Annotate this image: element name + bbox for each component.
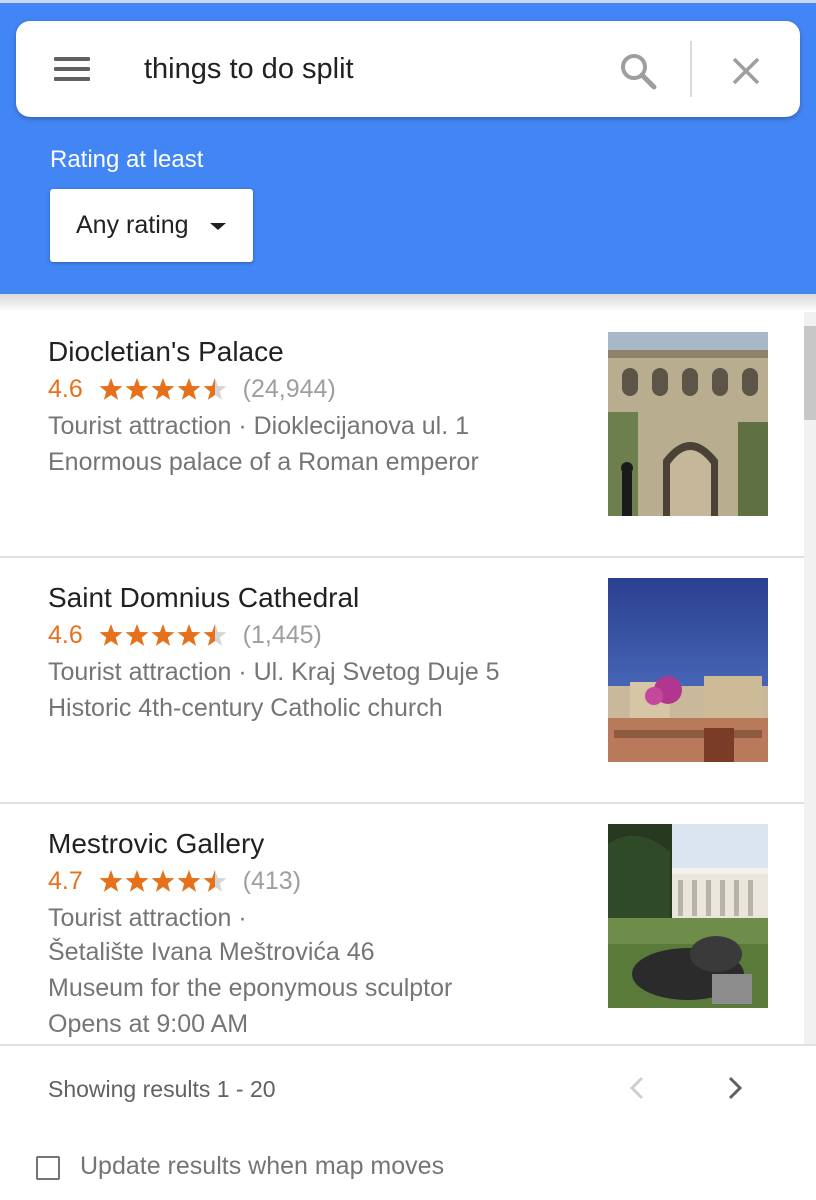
result-item[interactable]: Saint Domnius Cathedral 4.6 (1,445) Tour… [0, 558, 804, 804]
result-hours: Opens at 9:00 AM [48, 1010, 249, 1038]
result-photo[interactable] [608, 578, 768, 762]
search-box [16, 21, 800, 117]
result-description: Museum for the eponymous sculptor [48, 974, 453, 1002]
search-input[interactable] [144, 49, 584, 89]
results-scrollbar-track[interactable] [804, 312, 816, 1044]
results-scrollbar-thumb[interactable] [804, 326, 816, 420]
chevron-left-icon[interactable] [622, 1072, 654, 1104]
rating-filter-label: Rating at least [50, 146, 204, 173]
result-rating-row: 4.6 (24,944) [48, 374, 336, 404]
dropdown-caret-icon [210, 223, 226, 230]
result-description: Enormous palace of a Roman emperor [48, 448, 479, 476]
hamburger-menu-icon[interactable] [54, 55, 90, 83]
search-divider [690, 41, 692, 97]
search-icon[interactable] [618, 51, 658, 91]
rating-filter-dropdown[interactable]: Any rating [50, 189, 253, 262]
rating-filter-value: Any rating [76, 211, 189, 239]
result-photo[interactable] [608, 332, 768, 516]
result-photo[interactable] [608, 824, 768, 1008]
result-title[interactable]: Diocletian's Palace [48, 336, 284, 368]
update-results-label: Update results when map moves [80, 1152, 445, 1180]
result-category-address: Tourist attraction · Ul. Kraj Svetog Duj… [48, 658, 500, 686]
star-rating-icon [98, 622, 228, 648]
close-icon[interactable] [726, 51, 766, 91]
result-rating: 4.6 [48, 620, 83, 649]
result-rating-row: 4.6 (1,445) [48, 620, 322, 650]
result-item[interactable]: Mestrovic Gallery 4.7 (413) Tourist attr… [0, 804, 804, 1044]
star-rating-icon [98, 868, 228, 894]
result-review-count: (24,944) [242, 374, 336, 403]
result-address: Šetalište Ivana Meštrovića 46 [48, 938, 375, 966]
result-rating-row: 4.7 (413) [48, 866, 301, 896]
header-shadow [0, 294, 816, 312]
star-rating-icon [98, 376, 228, 402]
result-title[interactable]: Saint Domnius Cathedral [48, 582, 359, 614]
result-title[interactable]: Mestrovic Gallery [48, 828, 264, 860]
result-review-count: (413) [242, 866, 302, 895]
result-category: Tourist attraction · [48, 904, 247, 932]
result-category-address: Tourist attraction · Dioklecijanova ul. … [48, 412, 470, 440]
result-review-count: (1,445) [242, 620, 322, 649]
results-count-text: Showing results 1 - 20 [48, 1076, 276, 1102]
update-results-checkbox[interactable] [36, 1156, 60, 1180]
search-header: Rating at least Any rating [0, 0, 816, 294]
result-item[interactable]: Diocletian's Palace 4.6 (24,944) Tourist… [0, 312, 804, 558]
result-rating: 4.6 [48, 374, 83, 403]
chevron-right-icon[interactable] [718, 1072, 750, 1104]
result-rating: 4.7 [48, 866, 83, 895]
results-footer: Showing results 1 - 20 Update results wh… [0, 1044, 816, 1200]
result-description: Historic 4th-century Catholic church [48, 694, 443, 722]
results-list: Diocletian's Palace 4.6 (24,944) Tourist… [0, 312, 804, 1044]
